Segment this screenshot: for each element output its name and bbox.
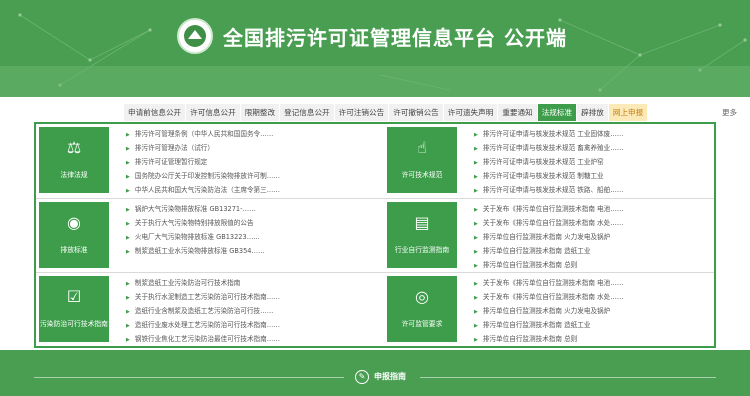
- category-tile[interactable]: ☝ 许可技术规范: [387, 127, 457, 193]
- nav-tabs: 申请前信息公开 许可信息公开 限期整改 登记信息公开 许可注销公告 许可撤销公告…: [124, 104, 649, 121]
- scales-icon: ⚖: [66, 138, 82, 157]
- list-item[interactable]: ▶ 排污单位自行监测技术指南 造纸工业: [474, 319, 623, 333]
- tab-online-apply[interactable]: 网上申报: [608, 104, 649, 121]
- category-label: 排放标准: [60, 246, 88, 254]
- header-band: [0, 66, 750, 97]
- article-list: ▶ 锅炉大气污染物排放标准 GB13271-…… ▶ 关于执行大气污染物特别排放限值…: [126, 203, 265, 259]
- list-item[interactable]: ▶ 排污许可管理办法（试行）: [126, 142, 280, 156]
- list-item[interactable]: ▶ 排污许可证申请与核发技术规范 工业炉窑: [474, 156, 623, 170]
- mountain-icon: [188, 30, 202, 39]
- tab-registration-info[interactable]: 登记信息公开: [280, 104, 335, 121]
- list-item[interactable]: ▶ 排污单位自行监测技术指南 总则: [474, 259, 623, 273]
- emblem-logo: [177, 18, 213, 54]
- tab-revocation[interactable]: 许可撤销公告: [389, 104, 444, 121]
- tab-license-info[interactable]: 许可信息公开: [186, 104, 241, 121]
- tab-regulations[interactable]: 法规标准: [537, 104, 578, 121]
- guide-link[interactable]: 申报指南: [374, 371, 406, 382]
- list-item[interactable]: ▶ 排污单位自行监测技术指南 火力发电及锅炉: [474, 231, 623, 245]
- tab-cancellation[interactable]: 许可注销公告: [334, 104, 390, 121]
- list-item[interactable]: ▶ 关于发布《排污单位自行监测技术指南 电池……: [474, 277, 623, 291]
- list-item[interactable]: ▶ 中华人民共和国大气污染防治法（主席令第三……: [126, 184, 280, 198]
- list-item[interactable]: ▶ 造纸行业废水处理工艺污染防治可行技术指南……: [126, 319, 280, 333]
- category-pollution-prevention: ☑ 污染防治可行技术指南 ▶ 制浆造纸工业污染防治可行技术指南 ▶ 关于执行水泥制造…: [36, 273, 376, 345]
- list-item[interactable]: ▶ 锅炉大气污染物排放标准 GB13271-……: [126, 203, 265, 217]
- category-tile[interactable]: ☑ 污染防治可行技术指南: [39, 276, 109, 342]
- article-list: ▶ 排污许可证申请与核发技术规范 工业固体废…… ▶ 排污许可证申请与核发技术规范 …: [474, 128, 623, 198]
- regulations-panel: ⚖ 法律法规 ▶ 排污许可管理条例（中华人民共和国国务令…… ▶ 排污许可管理办法（…: [34, 122, 716, 348]
- list-item[interactable]: ▶ 火电厂大气污染物排放标准 GB13223……: [126, 231, 265, 245]
- clipboard-check-icon: ☑: [66, 287, 82, 306]
- list-item[interactable]: ▶ 排污单位自行监测技术指南 总则: [474, 333, 623, 347]
- category-tile[interactable]: ⚖ 法律法规: [39, 127, 109, 193]
- article-list: ▶ 排污许可管理条例（中华人民共和国国务令…… ▶ 排污许可管理办法（试行） ▶ 排污…: [126, 128, 280, 198]
- category-label: 许可技术规范: [401, 171, 443, 179]
- guide-band: ✎ 申报指南: [0, 350, 750, 396]
- category-label: 行业自行监测指南: [394, 246, 450, 254]
- category-tech-specs: ☝ 许可技术规范 ▶ 排污许可证申请与核发技术规范 工业固体废…… ▶ 排污许可证申…: [384, 124, 714, 196]
- article-list: ▶ 关于发布《排污单位自行监测技术指南 电池…… ▶ 关于发布《排污单位自行监测技术…: [474, 277, 623, 347]
- category-tile[interactable]: ◎ 许可监管要求: [387, 276, 457, 342]
- clipboard-icon: ▤: [414, 213, 430, 232]
- tab-loss-statement[interactable]: 许可遗失声明: [443, 104, 499, 121]
- list-item[interactable]: ▶ 排污单位自行监测技术指南 火力发电及锅炉: [474, 305, 623, 319]
- list-item[interactable]: ▶ 国务院办公厅关于印发控制污染物排放许可制……: [126, 170, 280, 184]
- article-list: ▶ 制浆造纸工业污染防治可行技术指南 ▶ 关于执行水泥制造工艺污染防治可行技术指南……: [126, 277, 280, 347]
- list-item[interactable]: ▶ 造纸行业含制浆及造纸工艺污染防治可行技……: [126, 305, 280, 319]
- list-item[interactable]: ▶ 制浆造纸工业污染防治可行技术指南: [126, 277, 280, 291]
- category-label: 许可监管要求: [401, 320, 443, 328]
- site-header: 全国排污许可证管理信息平台 公开端: [0, 0, 750, 97]
- tab-pre-application[interactable]: 申请前信息公开: [124, 104, 187, 121]
- divider-line: [420, 377, 716, 378]
- category-tile[interactable]: ◉ 排放标准: [39, 202, 109, 268]
- list-item[interactable]: ▶ 钢铁行业焦化工艺污染防治最佳可行技术指南……: [126, 333, 280, 347]
- category-laws: ⚖ 法律法规 ▶ 排污许可管理条例（中华人民共和国国务令…… ▶ 排污许可管理办法（…: [36, 124, 376, 196]
- tab-emission[interactable]: 辟排放: [577, 104, 609, 121]
- article-list: ▶ 关于发布《排污单位自行监测技术指南 电池…… ▶ 关于发布《排污单位自行监测技术…: [474, 203, 623, 273]
- eye-check-icon: ◎: [415, 287, 429, 306]
- list-item[interactable]: ▶ 关于执行大气污染物特别排放限值的公告: [126, 217, 265, 231]
- category-emission-standards: ◉ 排放标准 ▶ 锅炉大气污染物排放标准 GB13271-…… ▶ 关于执行大气污染…: [36, 199, 376, 271]
- list-item[interactable]: ▶ 排污许可证申请与核发技术规范 畜禽养殖业……: [474, 142, 623, 156]
- tab-rectification[interactable]: 限期整改: [240, 104, 281, 121]
- site-title: 全国排污许可证管理信息平台 公开端: [223, 26, 567, 50]
- list-item[interactable]: ▶ 排污单位自行监测技术指南 造纸工业: [474, 245, 623, 259]
- category-tile[interactable]: ▤ 行业自行监测指南: [387, 202, 457, 268]
- list-item[interactable]: ▶ 排污许可管理条例（中华人民共和国国务令……: [126, 128, 280, 142]
- list-item[interactable]: ▶ 关于发布《排污单位自行监测技术指南 水处……: [474, 291, 623, 305]
- list-item[interactable]: ▶ 关于发布《排污单位自行监测技术指南 电池……: [474, 203, 623, 217]
- list-item[interactable]: ▶ 排污许可证申请与核发技术规范 制糖工业: [474, 170, 623, 184]
- divider-line: [34, 377, 344, 378]
- more-link[interactable]: 更多: [722, 107, 737, 118]
- category-label: 污染防治可行技术指南: [40, 320, 108, 328]
- list-item[interactable]: ▶ 制浆造纸工业水污染物排放标准 GB354……: [126, 245, 265, 259]
- list-item[interactable]: ▶ 关于发布《排污单位自行监测技术指南 水处……: [474, 217, 623, 231]
- tab-notices[interactable]: 重要通知: [498, 104, 538, 121]
- list-item[interactable]: ▶ 排污许可证申请与核发技术规范 铁路、船舶……: [474, 184, 623, 198]
- category-self-monitoring: ▤ 行业自行监测指南 ▶ 关于发布《排污单位自行监测技术指南 电池…… ▶ 关于发布…: [384, 199, 714, 271]
- category-supervision: ◎ 许可监管要求 ▶ 关于发布《排污单位自行监测技术指南 电池…… ▶ 关于发布《排…: [384, 273, 714, 345]
- list-item[interactable]: ▶ 关于执行水泥制造工艺污染防治可行技术指南……: [126, 291, 280, 305]
- compass-icon[interactable]: ✎: [355, 370, 369, 384]
- category-label: 法律法规: [60, 171, 88, 179]
- list-item[interactable]: ▶ 排污许可证申请与核发技术规范 工业固体废……: [474, 128, 623, 142]
- list-item[interactable]: ▶ 排污许可证管理暂行规定: [126, 156, 280, 170]
- target-icon: ◉: [67, 213, 81, 232]
- document-hand-icon: ☝: [417, 138, 427, 157]
